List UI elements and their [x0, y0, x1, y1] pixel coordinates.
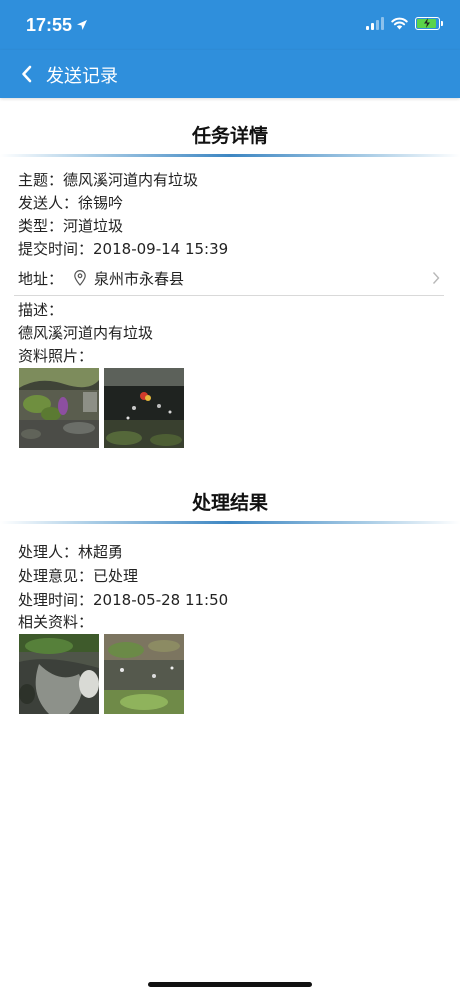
- subject-value: 德风溪河道内有垃圾: [63, 171, 199, 189]
- status-indicators: [366, 17, 443, 30]
- back-chevron-icon[interactable]: [16, 62, 40, 86]
- opinion-label: 处理意见：: [18, 567, 94, 585]
- submit-time-row: 提交时间：2018-09-14 15:39: [18, 238, 228, 259]
- result-section-title: 处理结果: [191, 492, 268, 514]
- handle-time-label: 处理时间：: [18, 591, 94, 609]
- photos-label: 资料照片：: [18, 347, 94, 365]
- section-divider: [0, 154, 460, 157]
- handle-time-row: 处理时间：2018-05-28 11:50: [18, 589, 228, 610]
- sender-value: 徐锡吟: [78, 194, 124, 212]
- type-label: 类型：: [18, 217, 64, 235]
- sender-label: 发送人：: [18, 194, 79, 212]
- status-bar: 17:55: [0, 0, 460, 50]
- subject-row: 主题：德风溪河道内有垃圾: [18, 169, 198, 190]
- handler-row: 处理人：林超勇: [18, 541, 123, 562]
- description-label: 描述：: [18, 301, 64, 319]
- task-photo-2[interactable]: [104, 368, 184, 448]
- related-files-label: 相关资料：: [18, 613, 94, 631]
- sender-row: 发送人：徐锡吟: [18, 192, 123, 213]
- wifi-icon: [391, 17, 408, 30]
- submit-time-value: 2018-09-14 15:39: [93, 240, 229, 258]
- address-value: 泉州市永春县: [94, 270, 185, 288]
- handle-time-value: 2018-05-28 11:50: [93, 591, 229, 609]
- type-row: 类型：河道垃圾: [18, 215, 123, 236]
- location-pin-icon: [74, 270, 86, 286]
- task-photo-1[interactable]: [19, 368, 99, 448]
- subject-label: 主题：: [18, 171, 64, 189]
- address-row[interactable]: 地址： 泉州市永春县: [0, 262, 460, 294]
- type-value: 河道垃圾: [63, 217, 124, 235]
- cellular-signal-icon: [366, 17, 384, 30]
- section-divider: [0, 521, 460, 524]
- navigation-bar: 发送记录: [0, 50, 460, 98]
- location-arrow-icon: [77, 20, 87, 30]
- address-divider: [14, 295, 444, 296]
- handler-value: 林超勇: [78, 543, 124, 561]
- result-photo-2[interactable]: [104, 634, 184, 714]
- submit-time-label: 提交时间：: [18, 240, 94, 258]
- task-section-title: 任务详情: [191, 125, 268, 147]
- chevron-right-icon: [432, 272, 440, 284]
- result-photo-1[interactable]: [19, 634, 99, 714]
- address-label: 地址：: [18, 270, 64, 288]
- battery-icon: [415, 17, 443, 30]
- description-value: 德风溪河道内有垃圾: [18, 324, 154, 342]
- status-time: 17:55: [26, 15, 73, 35]
- handler-label: 处理人：: [18, 543, 79, 561]
- opinion-value: 已处理: [93, 567, 139, 585]
- home-indicator: [148, 982, 312, 987]
- opinion-row: 处理意见：已处理: [18, 565, 138, 586]
- page-title: 发送记录: [46, 66, 118, 87]
